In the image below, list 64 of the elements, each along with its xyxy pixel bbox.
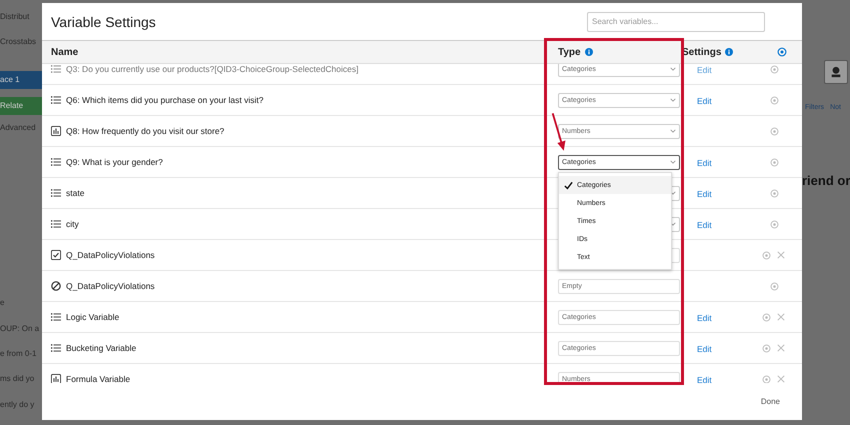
eye-icon[interactable]: [762, 344, 771, 352]
eye-icon[interactable]: [762, 374, 771, 383]
variable-name: Bucketing Variable: [66, 343, 136, 353]
variable-name: Q6: Which items did you purchase on your last visit?: [66, 95, 264, 105]
background-text: ms did yo: [0, 374, 36, 386]
close-icon[interactable]: [777, 251, 785, 259]
background-text: riend or: [802, 173, 850, 188]
variable-name: state: [66, 188, 84, 198]
info-icon[interactable]: [584, 48, 593, 56]
column-header: Name: [50, 46, 78, 58]
close-icon[interactable]: [777, 375, 785, 383]
variable-name: Q8: How frequently do you visit our store?: [66, 126, 224, 136]
eye-icon[interactable]: [770, 126, 779, 136]
variable-name: Formula Variable: [66, 374, 130, 383]
edit-link[interactable]: Edit: [697, 313, 712, 323]
variable-name: Q3: Do you currently use our products?[QID3-ChoiceGroup-SelectedChoices]: [66, 64, 358, 74]
background-text: Distribut: [0, 12, 30, 23]
dialog-title: Variable Settings: [51, 14, 156, 30]
variable-name: Q_DataPolicyViolations: [66, 250, 155, 260]
list-icon: [51, 219, 61, 229]
list-icon: [51, 188, 61, 198]
list-icon: [51, 157, 61, 167]
blocked-icon: [51, 281, 61, 291]
close-icon[interactable]: [777, 344, 785, 352]
background-text: e: [0, 298, 6, 310]
done-button[interactable]: Done: [758, 393, 782, 410]
list-icon: [51, 64, 61, 74]
edit-link[interactable]: Edit: [697, 158, 712, 168]
list-icon: [51, 95, 61, 105]
eye-icon[interactable]: [762, 250, 771, 260]
eye-icon[interactable]: [770, 220, 779, 228]
eye-icon[interactable]: [770, 188, 779, 198]
chevron-icon: [670, 160, 676, 164]
eye-icon[interactable]: [762, 312, 771, 322]
chevron-icon: [670, 67, 676, 71]
bar-chart-icon: [51, 126, 61, 136]
search-field[interactable]: Search variables...: [587, 12, 765, 32]
column-header: Type: [558, 46, 581, 58]
edit-link[interactable]: Edit: [697, 189, 712, 199]
edit-link[interactable]: Edit: [697, 344, 712, 354]
eye-icon[interactable]: [770, 158, 779, 166]
bar-chart-icon: [51, 374, 61, 383]
edit-link[interactable]: Edit: [697, 375, 712, 383]
chevron-icon: [670, 129, 676, 133]
list-icon: [51, 343, 61, 353]
background-text: OUP: On a: [0, 324, 40, 334]
info-icon[interactable]: [725, 48, 734, 56]
check-icon: [564, 180, 573, 190]
background-text: e from 0-1: [0, 348, 38, 360]
variable-name: Q9: What is your gender?: [66, 157, 163, 167]
edit-link[interactable]: Edit: [697, 220, 712, 230]
chevron-icon: [670, 98, 676, 102]
eye-icon[interactable]: [770, 96, 779, 104]
variable-name: Q_DataPolicyViolations: [66, 281, 155, 291]
checkbox-icon: [51, 250, 61, 260]
background-text: ently do y: [0, 400, 36, 411]
list-icon: [51, 312, 61, 322]
close-icon[interactable]: [777, 313, 785, 321]
background-text: Advanced: [0, 122, 37, 134]
variable-name: Logic Variable: [66, 312, 120, 322]
edit-link[interactable]: Edit: [697, 96, 712, 106]
eye-icon[interactable]: [770, 282, 779, 290]
variable-name: city: [66, 219, 79, 229]
background-text: Crosstabs: [0, 37, 38, 48]
